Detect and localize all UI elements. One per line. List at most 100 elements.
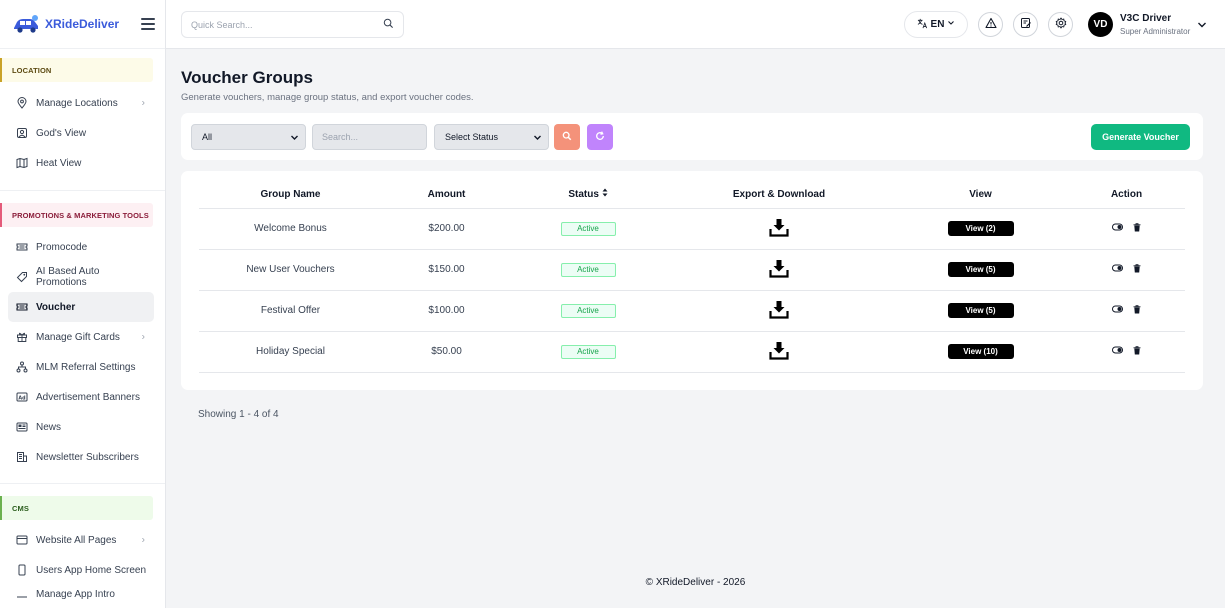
sidebar-item-app-intro[interactable]: Manage App Intro — [8, 585, 154, 605]
search-button[interactable] — [554, 124, 580, 150]
view-vouchers-button[interactable]: View (5) — [947, 303, 1014, 318]
quick-search[interactable] — [181, 11, 404, 38]
group-name-cell: Holiday Special — [199, 331, 382, 373]
user-name[interactable]: V3C Driver — [1120, 13, 1171, 24]
table-body: Welcome Bonus $200.00 Active View (2) New Us… — [199, 208, 1185, 373]
sidebar-item-gift-cards[interactable]: Manage Gift Cards › — [8, 322, 154, 352]
hierarchy-icon — [16, 361, 28, 373]
chevron-right-icon: › — [141, 331, 145, 343]
refresh-icon — [595, 128, 605, 146]
sidebar-item-newsletter[interactable]: Newsletter Subscribers — [8, 442, 154, 472]
toggle-icon[interactable] — [1112, 223, 1123, 231]
brand: XRideDeliver — [0, 0, 165, 49]
sidebar-item-promocode[interactable]: Promocode — [8, 232, 154, 262]
map-icon — [16, 157, 28, 169]
action-cell — [1068, 290, 1185, 332]
toggle-icon[interactable] — [1112, 346, 1123, 354]
status-select[interactable]: Select Status — [434, 124, 549, 150]
sidebar-item-news[interactable]: News — [8, 412, 154, 442]
app: XRideDeliver LOCATION Manage Locations ›… — [0, 0, 1225, 608]
trash-icon[interactable] — [1133, 305, 1141, 314]
sidebar-item-website-pages[interactable]: Website All Pages › — [8, 525, 154, 555]
car-logo-icon — [10, 13, 42, 35]
sidebar-item-label: News — [36, 421, 62, 433]
column-header: Group Name — [199, 181, 382, 209]
language-selector[interactable]: EN — [904, 11, 968, 38]
trash-icon[interactable] — [1133, 223, 1141, 232]
brand-name: XRideDeliver — [45, 17, 120, 31]
voucher-table-card: Group Name Amount Status Export & Downlo… — [181, 171, 1203, 390]
sidebar-item-users-app-home[interactable]: Users App Home Screen — [8, 555, 154, 585]
view-vouchers-button[interactable]: View (2) — [947, 221, 1014, 236]
sidebar: XRideDeliver LOCATION Manage Locations ›… — [0, 0, 166, 608]
amount-cell: $150.00 — [382, 249, 511, 291]
chevron-down-icon[interactable] — [1197, 17, 1207, 35]
refresh-button[interactable] — [587, 124, 613, 150]
notes-button[interactable] — [1013, 12, 1038, 37]
chevron-right-icon: › — [141, 97, 145, 109]
ticket-icon — [16, 241, 28, 253]
filter-bar: All Select Status Generate Voucher — [181, 113, 1203, 160]
alert-button[interactable] — [978, 12, 1003, 37]
sidebar-item-label: AI Based Auto Promotions — [36, 266, 100, 288]
type-select-value: All — [202, 132, 213, 142]
sidebar-item-manage-locations[interactable]: Manage Locations › — [8, 88, 154, 118]
group-name-cell: Welcome Bonus — [199, 208, 382, 250]
sidebar-item-ad-banners[interactable]: Ad Advertisement Banners — [8, 382, 154, 412]
trash-icon[interactable] — [1133, 264, 1141, 273]
intro-icon — [16, 589, 28, 601]
table-row: New User Vouchers $150.00 Active View (5) — [199, 249, 1185, 291]
quick-search-input[interactable] — [191, 19, 383, 30]
group-name-cell: Festival Offer — [199, 290, 382, 332]
search-icon[interactable] — [383, 16, 394, 34]
voucher-search-input[interactable] — [312, 124, 427, 150]
sidebar-item-mlm-referral[interactable]: MLM Referral Settings — [8, 352, 154, 382]
status-cell: Active — [511, 249, 665, 291]
download-icon[interactable] — [769, 259, 789, 278]
footer: © XRideDeliver - 2026 — [645, 577, 746, 588]
main-content: Voucher Groups Generate vouchers, manage… — [166, 49, 1225, 608]
download-icon[interactable] — [769, 300, 789, 319]
download-icon[interactable] — [769, 218, 789, 237]
trash-icon[interactable] — [1133, 346, 1141, 355]
sidebar-item-label: Newsletter Subscribers — [36, 451, 139, 463]
page-subtitle: Generate vouchers, manage group status, … — [181, 92, 474, 103]
download-icon[interactable] — [769, 341, 789, 360]
ad-icon: Ad — [16, 391, 28, 403]
browser-icon — [16, 534, 28, 546]
action-cell — [1068, 249, 1185, 291]
chevron-down-icon — [290, 133, 299, 144]
sidebar-item-heat-view[interactable]: Heat View — [8, 148, 154, 178]
view-cell: View (10) — [893, 331, 1068, 373]
generate-voucher-button[interactable]: Generate Voucher — [1091, 124, 1190, 150]
settings-button[interactable] — [1048, 12, 1073, 37]
sort-icon[interactable] — [602, 188, 608, 200]
chevron-down-icon — [533, 133, 542, 144]
view-cell: View (5) — [893, 290, 1068, 332]
subscribers-icon — [16, 451, 28, 463]
avatar[interactable]: VD — [1088, 12, 1113, 37]
ticket-icon — [16, 301, 28, 313]
svg-text:Ad: Ad — [18, 395, 26, 401]
action-cell — [1068, 208, 1185, 250]
map-user-icon — [16, 127, 28, 139]
newspaper-icon — [16, 421, 28, 433]
status-cell: Active — [511, 331, 665, 373]
table-row: Festival Offer $100.00 Active View (5) — [199, 290, 1185, 332]
column-header: Amount — [382, 181, 511, 209]
toggle-icon[interactable] — [1112, 305, 1123, 313]
menu-toggle-icon[interactable] — [141, 18, 155, 30]
view-vouchers-button[interactable]: View (10) — [947, 344, 1014, 359]
sidebar-item-label: Voucher — [36, 301, 76, 313]
sidebar-item-voucher[interactable]: Voucher — [8, 292, 154, 322]
sidebar-item-gods-view[interactable]: God's View — [8, 118, 154, 148]
sidebar-item-ai-promotions[interactable]: AI Based Auto Promotions — [8, 262, 154, 292]
type-select[interactable]: All — [191, 124, 306, 150]
status-badge: Active — [560, 221, 616, 236]
voucher-table: Group Name Amount Status Export & Downlo… — [199, 181, 1185, 373]
view-vouchers-button[interactable]: View (5) — [947, 262, 1014, 277]
column-header-status[interactable]: Status — [511, 181, 665, 209]
toggle-icon[interactable] — [1112, 264, 1123, 272]
column-header-label: Status — [568, 189, 599, 201]
amount-cell: $50.00 — [382, 331, 511, 373]
